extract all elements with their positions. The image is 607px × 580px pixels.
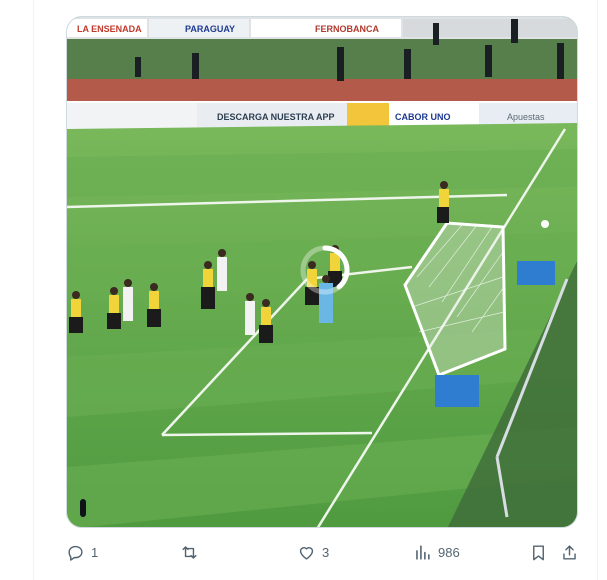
reply-count: 1	[91, 544, 99, 560]
video-progress-indicator	[80, 499, 86, 517]
ball	[541, 220, 549, 228]
ad-paraguay: PARAGUAY	[185, 24, 235, 34]
timeline-right-border	[597, 0, 598, 580]
bookmark-button[interactable]	[529, 536, 548, 568]
post-action-bar: 1 3 986	[0, 536, 607, 568]
like-button[interactable]: 3	[297, 536, 329, 568]
like-count: 3	[322, 544, 330, 560]
ad-apuestas: Apuestas	[507, 112, 545, 122]
views-chart-icon	[416, 544, 430, 560]
ad-cabor: CABOR UNO	[395, 112, 451, 122]
repost-button[interactable]	[180, 536, 205, 568]
ad-descarga: DESCARGA NUESTRA APP	[217, 112, 335, 122]
views-button[interactable]: 986	[413, 536, 460, 568]
reply-button[interactable]: 1	[66, 536, 98, 568]
side-board	[517, 261, 555, 285]
repost-icon	[182, 545, 197, 559]
share-button[interactable]	[560, 536, 579, 568]
bookmark-icon	[533, 544, 544, 560]
ad-fernobanca: FERNOBANCA	[315, 24, 379, 34]
post-caption	[66, 0, 486, 5]
video-player[interactable]: LA ENSENADA PARAGUAY FERNOBANCA DESCARGA…	[66, 16, 578, 528]
top-ad-boards: LA ENSENADA PARAGUAY FERNOBANCA	[67, 19, 577, 37]
ad-la-ensenada: LA ENSENADA	[77, 24, 142, 34]
reply-icon	[68, 545, 83, 561]
goal-board	[435, 375, 479, 407]
video-frame: LA ENSENADA PARAGUAY FERNOBANCA DESCARGA…	[67, 17, 577, 527]
heart-icon	[299, 546, 314, 560]
share-icon	[563, 544, 576, 560]
timeline-left-border	[33, 0, 34, 580]
views-count: 986	[438, 544, 460, 560]
